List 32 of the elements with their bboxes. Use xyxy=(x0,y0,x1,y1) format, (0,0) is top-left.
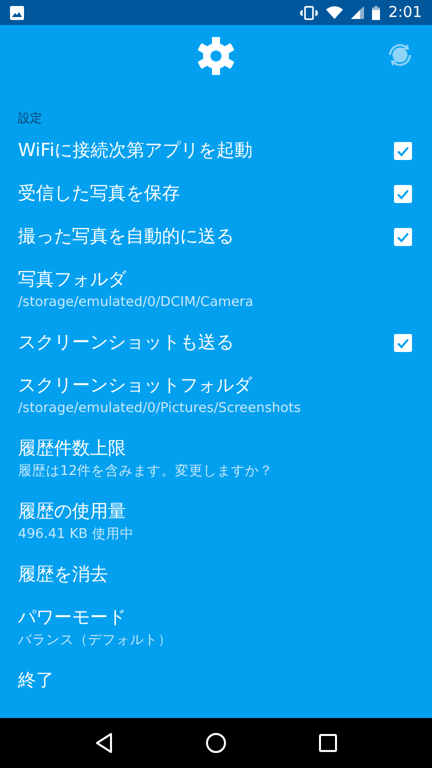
battery-icon xyxy=(372,6,380,20)
setting-summary: バランス（デフォルト） xyxy=(18,630,173,650)
section-header: 設定 xyxy=(17,110,43,127)
back-icon[interactable] xyxy=(94,732,114,754)
setting-summary: 履歴は12件を含みます。変更しますか？ xyxy=(18,462,274,480)
setting-title[interactable]: 履歴の使用量 xyxy=(18,500,414,524)
setting-title[interactable]: 履歴を消去 xyxy=(18,562,414,586)
picture-notification-icon xyxy=(10,6,24,20)
setting-title[interactable]: パワーモード xyxy=(18,606,414,630)
checkbox[interactable] xyxy=(394,334,412,352)
checkbox[interactable] xyxy=(394,142,412,160)
checkbox[interactable] xyxy=(394,184,412,202)
setting-summary: /storage/emulated/0/Pictures/Screenshots xyxy=(18,398,302,418)
setting-summary: /storage/emulated/0/DCIM/Camera xyxy=(18,292,254,312)
recents-icon[interactable] xyxy=(318,733,338,753)
signal-icon xyxy=(351,6,364,19)
settings-icon xyxy=(196,36,236,76)
sync-icon[interactable] xyxy=(386,41,414,69)
setting-title[interactable]: スクリーンショットフォルダ xyxy=(18,374,414,398)
setting-title[interactable]: 受信した写真を保存 xyxy=(18,182,394,206)
setting-summary: 496.41 KB 使用中 xyxy=(18,524,135,544)
setting-title[interactable]: スクリーンショットも送る xyxy=(18,330,394,354)
clock-time: 2:01 xyxy=(388,2,422,24)
setting-title[interactable]: 写真フォルダ xyxy=(18,268,414,292)
home-icon[interactable] xyxy=(204,732,227,754)
setting-title[interactable]: WiFiに接続次第アプリを起動 xyxy=(18,138,394,162)
wifi-icon xyxy=(326,6,344,19)
setting-title[interactable]: 撮った写真を自動的に送る xyxy=(18,224,394,248)
vibrate-icon xyxy=(300,6,318,20)
setting-title[interactable]: 終了 xyxy=(18,668,414,692)
checkbox[interactable] xyxy=(394,228,412,246)
setting-title[interactable]: 履歴件数上限 xyxy=(18,436,414,460)
